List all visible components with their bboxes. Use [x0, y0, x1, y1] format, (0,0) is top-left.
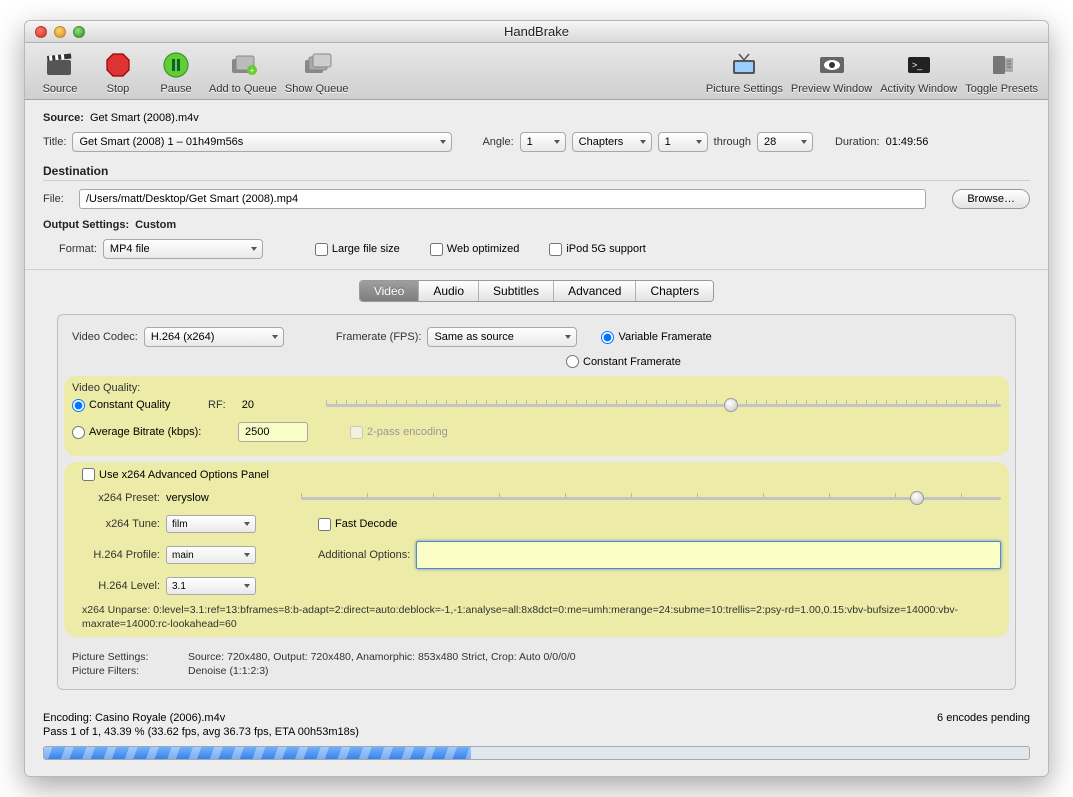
additional-options-field[interactable]	[416, 541, 1001, 569]
tab-video[interactable]: Video	[360, 281, 419, 301]
use-advanced-checkbox[interactable]	[82, 468, 95, 481]
x264-preset-slider[interactable]	[301, 489, 1001, 507]
h264-level-select[interactable]: 3.1	[166, 577, 256, 595]
titlebar: HandBrake	[25, 21, 1048, 43]
tab-chapters[interactable]: Chapters	[636, 281, 713, 301]
framerate-label: Framerate (FPS):	[336, 331, 422, 343]
video-codec-select[interactable]: H.264 (x264)	[144, 327, 284, 347]
window-title: HandBrake	[25, 24, 1048, 39]
output-preset-name: Custom	[135, 219, 176, 231]
tab-bar: Video Audio Subtitles Advanced Chapters	[359, 280, 714, 302]
queue-add-icon: +	[227, 49, 259, 81]
add-to-queue-button[interactable]: + Add to Queue	[209, 49, 277, 95]
average-bitrate-radio[interactable]	[72, 426, 85, 439]
video-codec-label: Video Codec:	[72, 331, 138, 343]
constant-quality-radio[interactable]	[72, 399, 85, 412]
title-label: Title:	[43, 136, 66, 148]
video-panel: Video Codec: H.264 (x264) Framerate (FPS…	[57, 314, 1016, 690]
toolbar: Source Stop Pause + Add to Queue	[25, 43, 1048, 100]
ipod-checkbox[interactable]	[549, 243, 562, 256]
file-label: File:	[43, 193, 73, 205]
tab-advanced[interactable]: Advanced	[554, 281, 636, 301]
two-pass-checkbox	[350, 426, 363, 439]
svg-text:>_: >_	[912, 60, 923, 70]
video-quality-label: Video Quality:	[72, 382, 140, 394]
queue-icon	[301, 49, 333, 81]
rf-label: RF:	[208, 399, 226, 411]
picture-filters-value: Denoise (1:1:2:3)	[188, 665, 269, 677]
through-label: through	[714, 136, 751, 148]
rf-value: 20	[242, 399, 254, 411]
source-button[interactable]: Source	[35, 49, 85, 95]
x264-preset-label: x264 Preset:	[82, 492, 160, 504]
picture-filters-label: Picture Filters:	[72, 665, 182, 677]
angle-label: Angle:	[482, 136, 513, 148]
additional-options-label: Additional Options:	[318, 549, 410, 561]
x264-preset-value: veryslow	[166, 492, 209, 504]
clapperboard-icon	[44, 49, 76, 81]
picture-settings-label: Picture Settings:	[72, 651, 182, 663]
pause-button[interactable]: Pause	[151, 49, 201, 95]
destination-section: Destination	[43, 160, 1030, 181]
h264-profile-label: H.264 Profile:	[82, 549, 160, 561]
web-optimized-checkbox[interactable]	[430, 243, 443, 256]
pause-icon	[160, 49, 192, 81]
encoding-status: Encoding: Casino Royale (2006).m4v	[43, 712, 225, 724]
large-file-checkbox[interactable]	[315, 243, 328, 256]
picture-settings-value: Source: 720x480, Output: 720x480, Anamor…	[188, 651, 576, 663]
pending-status: 6 encodes pending	[937, 712, 1030, 724]
destination-field[interactable]	[79, 189, 926, 209]
variable-framerate-radio[interactable]	[601, 331, 614, 344]
x264-tune-label: x264 Tune:	[82, 518, 160, 530]
source-filename: Get Smart (2008).m4v	[90, 112, 199, 124]
constant-framerate-radio[interactable]	[566, 355, 579, 368]
progress-bar	[43, 746, 1030, 760]
app-window: HandBrake Source Stop Pause	[24, 20, 1049, 777]
bitrate-field[interactable]	[238, 422, 308, 442]
duration-label: Duration:	[835, 136, 880, 148]
framerate-select[interactable]: Same as source	[427, 327, 577, 347]
x264-tune-select[interactable]: film	[166, 515, 256, 533]
picture-settings-button[interactable]: Picture Settings	[706, 49, 783, 95]
fast-decode-checkbox[interactable]	[318, 518, 331, 531]
activity-window-button[interactable]: >_ Activity Window	[880, 49, 957, 95]
toggle-presets-button[interactable]: Toggle Presets	[965, 49, 1038, 95]
source-label: Source:	[43, 112, 84, 124]
browse-button[interactable]: Browse…	[952, 189, 1030, 209]
duration-value: 01:49:56	[886, 136, 929, 148]
pass-status: Pass 1 of 1, 43.39 % (33.62 fps, avg 36.…	[43, 726, 359, 738]
stop-button[interactable]: Stop	[93, 49, 143, 95]
x264-unparse: x264 Unparse: 0:level=3.1:ref=13:bframes…	[82, 603, 1001, 631]
format-label: Format:	[59, 243, 97, 255]
preview-window-button[interactable]: Preview Window	[791, 49, 872, 95]
eye-icon	[816, 49, 848, 81]
chapter-to-select[interactable]: 28	[757, 132, 813, 152]
stop-icon	[102, 49, 134, 81]
h264-level-label: H.264 Level:	[82, 580, 160, 592]
title-select[interactable]: Get Smart (2008) 1 – 01h49m56s	[72, 132, 452, 152]
svg-text:+: +	[250, 66, 255, 75]
show-queue-button[interactable]: Show Queue	[285, 49, 349, 95]
h264-profile-select[interactable]: main	[166, 546, 256, 564]
terminal-icon: >_	[903, 49, 935, 81]
drawer-icon	[986, 49, 1018, 81]
output-settings-label: Output Settings:	[43, 219, 129, 231]
status-bar: Encoding: Casino Royale (2006).m4v 6 enc…	[25, 704, 1048, 776]
quality-slider[interactable]	[326, 396, 1001, 414]
chapter-from-select[interactable]: 1	[658, 132, 708, 152]
tab-subtitles[interactable]: Subtitles	[479, 281, 554, 301]
range-mode-select[interactable]: Chapters	[572, 132, 652, 152]
tv-icon	[728, 49, 760, 81]
tab-audio[interactable]: Audio	[419, 281, 479, 301]
format-select[interactable]: MP4 file	[103, 239, 263, 259]
angle-select[interactable]: 1	[520, 132, 566, 152]
